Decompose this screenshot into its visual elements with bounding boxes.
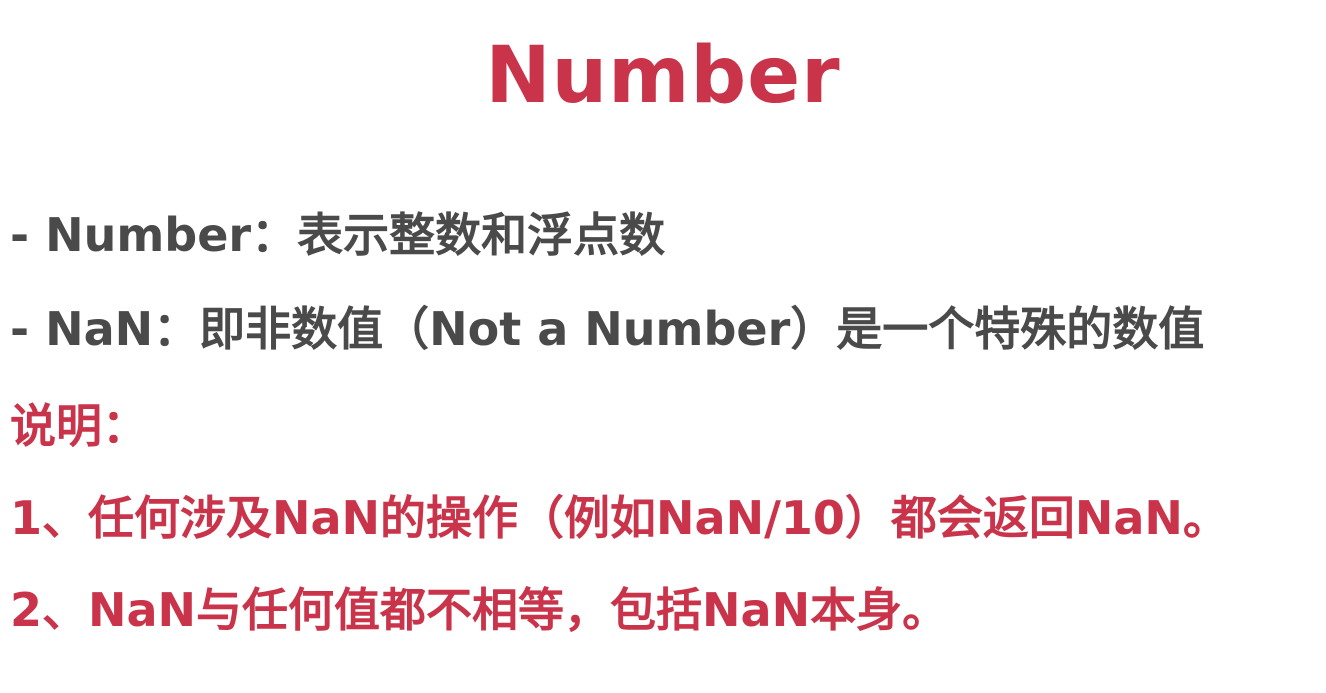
note-heading: 说明： bbox=[10, 399, 148, 453]
note-item-1: 1、任何涉及NaN的操作（例如NaN/10）都会返回NaN。 bbox=[10, 491, 1229, 545]
slide: Number - Number：表示整数和浮点数 - NaN：即非数值（Not … bbox=[0, 0, 1326, 693]
slide-title: Number bbox=[485, 31, 841, 121]
bullet-nan-definition: - NaN：即非数值（Not a Number）是一个特殊的数值 bbox=[10, 302, 1205, 356]
note-item-2: 2、NaN与任何值都不相等，包括NaN本身。 bbox=[10, 583, 949, 637]
bullet-number-definition: - Number：表示整数和浮点数 bbox=[10, 208, 666, 262]
